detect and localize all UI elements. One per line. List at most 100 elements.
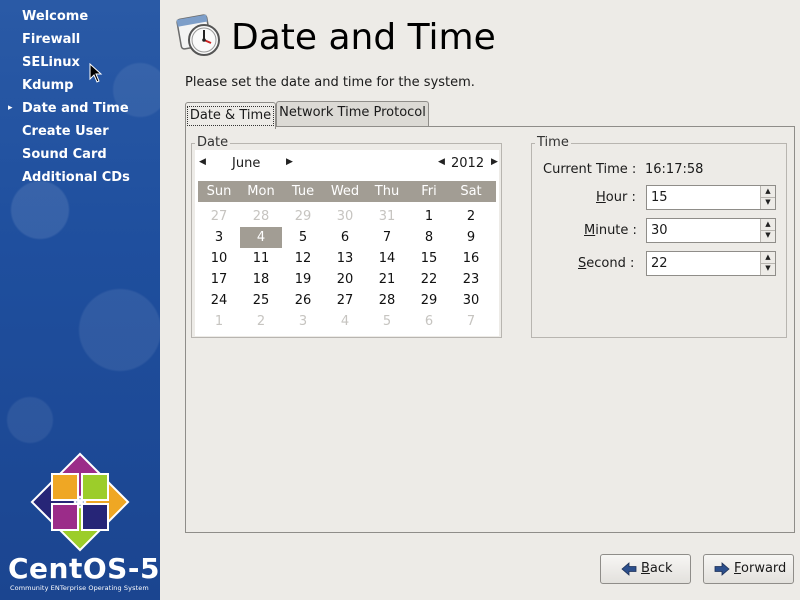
hour-value[interactable]: 15 xyxy=(651,190,668,205)
weekday-label: Thu xyxy=(374,184,400,199)
calendar-day[interactable]: 2 xyxy=(240,314,282,329)
calendar-day[interactable]: 5 xyxy=(366,314,408,329)
calendar-day[interactable]: 6 xyxy=(408,314,450,329)
calendar-day[interactable]: 28 xyxy=(366,293,408,308)
calendar-day[interactable]: 4 xyxy=(324,314,366,329)
calendar-day[interactable]: 13 xyxy=(324,251,366,266)
calendar-day[interactable]: 10 xyxy=(198,251,240,266)
calendar-day[interactable]: 8 xyxy=(408,230,450,245)
second-value[interactable]: 22 xyxy=(651,256,668,271)
second-label: Second : xyxy=(578,256,635,271)
weekday-label: Tue xyxy=(291,184,315,199)
weekday-label: Sun xyxy=(206,184,232,199)
calendar-day[interactable]: 16 xyxy=(450,251,492,266)
calendar-day[interactable]: 27 xyxy=(324,293,366,308)
calendar-day[interactable]: 2 xyxy=(450,209,492,224)
calendar-day[interactable]: 20 xyxy=(324,272,366,287)
prev-month-arrow[interactable]: ◀ xyxy=(199,157,206,167)
page-subtitle: Please set the date and time for the sys… xyxy=(185,75,475,90)
calendar-day[interactable]: 29 xyxy=(408,293,450,308)
centos-logo-icon xyxy=(30,452,130,552)
time-group-label: Time xyxy=(535,135,571,150)
arrow-right-icon xyxy=(714,562,730,576)
sidebar: Welcome Firewall SELinux Kdump ▸ Date and Tim… xyxy=(0,0,160,600)
sidebar-step-label: Date and Time xyxy=(22,101,129,116)
calendar-day[interactable]: 18 xyxy=(240,272,282,287)
sidebar-step-label: Sound Card xyxy=(22,147,107,162)
calendar-day[interactable]: 25 xyxy=(240,293,282,308)
calendar-day[interactable]: 15 xyxy=(408,251,450,266)
weekday-label: Fri xyxy=(421,184,437,199)
sidebar-step-label: Additional CDs xyxy=(22,170,130,185)
calendar-day[interactable]: 28 xyxy=(240,209,282,224)
calendar-day[interactable]: 23 xyxy=(450,272,492,287)
calendar-day[interactable]: 5 xyxy=(282,230,324,245)
sidebar-step-sound-card: Sound Card xyxy=(0,144,160,167)
calendar-day[interactable]: 31 xyxy=(366,209,408,224)
calendar-day[interactable]: 29 xyxy=(282,209,324,224)
calendar-day[interactable]: 30 xyxy=(450,293,492,308)
calendar-day[interactable]: 17 xyxy=(198,272,240,287)
next-month-arrow[interactable]: ▶ xyxy=(286,157,293,167)
minute-label: Minute : xyxy=(584,223,637,238)
calendar-day[interactable]: 14 xyxy=(366,251,408,266)
calendar-day-selected[interactable]: 4 xyxy=(240,230,282,245)
tab-date-and-time[interactable]: Date & Time xyxy=(185,102,276,129)
forward-button[interactable]: Forward xyxy=(703,554,794,584)
current-time-value: 16:17:58 xyxy=(645,162,704,177)
page-title: Date and Time xyxy=(231,17,496,58)
calendar-day[interactable]: 21 xyxy=(366,272,408,287)
calendar-day[interactable]: 19 xyxy=(282,272,324,287)
sidebar-step-label: SELinux xyxy=(22,55,80,70)
calendar-day[interactable]: 1 xyxy=(408,209,450,224)
back-button[interactable]: Back xyxy=(600,554,691,584)
sidebar-step-date-and-time: ▸ Date and Time xyxy=(0,98,160,121)
calendar-day[interactable]: 11 xyxy=(240,251,282,266)
firstboot-steps: Welcome Firewall SELinux Kdump ▸ Date and Tim… xyxy=(0,6,160,190)
hour-down-icon[interactable]: ▼ xyxy=(761,197,775,208)
calendar-day[interactable]: 12 xyxy=(282,251,324,266)
calendar-year: 2012 xyxy=(451,156,485,171)
prev-year-arrow[interactable]: ◀ xyxy=(438,157,445,167)
tab-label: Network Time Protocol xyxy=(279,105,426,120)
hour-label: Hour : xyxy=(596,190,636,205)
sidebar-step-label: Kdump xyxy=(22,78,74,93)
current-step-arrow-icon: ▸ xyxy=(8,103,13,113)
calendar-day[interactable]: 7 xyxy=(366,230,408,245)
minute-value[interactable]: 30 xyxy=(651,223,668,238)
second-spinbox[interactable]: 22 ▲ ▼ xyxy=(646,251,776,276)
sidebar-step-additional-cds: Additional CDs xyxy=(0,167,160,190)
tab-label: Date & Time xyxy=(186,106,275,126)
sidebar-step-welcome: Welcome xyxy=(0,6,160,29)
calendar-day[interactable]: 22 xyxy=(408,272,450,287)
arrow-left-icon xyxy=(621,562,637,576)
calendar-month: June xyxy=(232,156,261,171)
calendar-day[interactable]: 9 xyxy=(450,230,492,245)
calendar-day[interactable]: 3 xyxy=(198,230,240,245)
hour-spinbox[interactable]: 15 ▲ ▼ xyxy=(646,185,776,210)
weekday-label: Wed xyxy=(330,184,360,199)
calendar-day[interactable]: 7 xyxy=(450,314,492,329)
calendar-day[interactable]: 30 xyxy=(324,209,366,224)
date-group-label: Date xyxy=(195,135,231,150)
calendar-day[interactable]: 1 xyxy=(198,314,240,329)
mouse-pointer-icon xyxy=(89,63,103,83)
clock-calendar-icon xyxy=(176,14,220,56)
next-year-arrow[interactable]: ▶ xyxy=(491,157,498,167)
calendar-day[interactable]: 26 xyxy=(282,293,324,308)
calendar-day[interactable]: 3 xyxy=(282,314,324,329)
sidebar-step-label: Firewall xyxy=(22,32,81,47)
minute-spinbox[interactable]: 30 ▲ ▼ xyxy=(646,218,776,243)
calendar-day[interactable]: 24 xyxy=(198,293,240,308)
second-down-icon[interactable]: ▼ xyxy=(761,263,775,274)
sidebar-step-firewall: Firewall xyxy=(0,29,160,52)
centos-tagline: Community ENTerprise Operating System xyxy=(10,584,149,592)
calendar-day[interactable]: 6 xyxy=(324,230,366,245)
calendar-day[interactable]: 27 xyxy=(198,209,240,224)
sidebar-step-kdump: Kdump xyxy=(0,75,160,98)
tab-network-time-protocol[interactable]: Network Time Protocol xyxy=(276,101,429,126)
current-time-label: Current Time : xyxy=(543,162,637,177)
sidebar-step-selinux: SELinux xyxy=(0,52,160,75)
back-button-label: Back xyxy=(641,561,673,576)
minute-down-icon[interactable]: ▼ xyxy=(761,230,775,241)
